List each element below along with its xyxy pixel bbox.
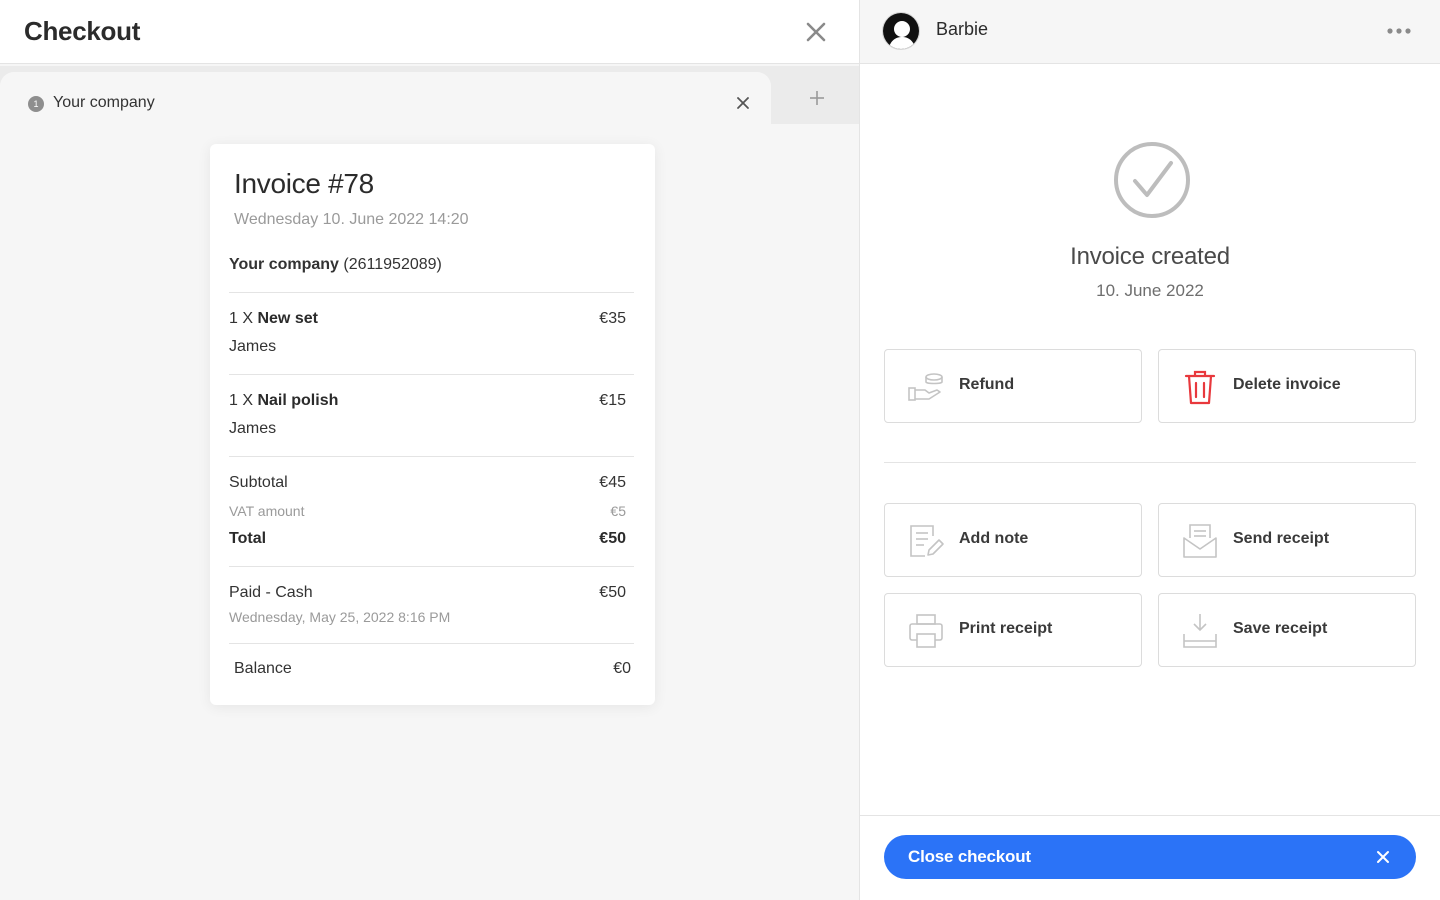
status-title: Invoice created (1070, 243, 1230, 270)
balance-label: Balance (234, 660, 292, 677)
payment-label: Paid - Cash (229, 584, 313, 601)
line-item-qty: 1 X (229, 310, 254, 327)
line-item-price: €15 (599, 392, 626, 409)
trash-icon (1184, 370, 1216, 405)
divider (229, 566, 634, 567)
vat-label: VAT amount (229, 503, 305, 519)
close-icon (1377, 851, 1389, 863)
tab-close-icon[interactable] (734, 94, 752, 112)
subtotal-value: €45 (599, 474, 626, 491)
company-name: Your company (229, 256, 339, 273)
invoice-card: Invoice #78 Wednesday 10. June 2022 14:2… (210, 144, 655, 705)
company-id: (2611952089) (343, 256, 442, 273)
footer: Close checkout (860, 815, 1440, 900)
add-note-label: Add note (959, 530, 1029, 547)
page-title: Checkout (24, 16, 141, 46)
line-item-name: 1 X New set (229, 310, 318, 328)
balance-value: €0 (613, 660, 631, 677)
invoice-title: Invoice #78 (234, 168, 374, 199)
divider (229, 292, 634, 293)
checkout-header: Checkout (0, 0, 859, 64)
payment-row: Paid - Cash €50 (229, 584, 626, 604)
line-item-service: Nail polish (257, 392, 339, 409)
status-date: 10. June 2022 (1096, 281, 1204, 300)
line-item-service: New set (257, 310, 318, 327)
delete-invoice-button[interactable]: Delete invoice (1158, 349, 1416, 423)
total-label: Total (229, 530, 267, 547)
tab-index-badge: 1 (28, 96, 44, 112)
print-receipt-label: Print receipt (959, 620, 1053, 637)
add-tab-icon[interactable] (805, 86, 829, 110)
divider (229, 374, 634, 375)
total-row: Total €50 (229, 530, 626, 550)
note-edit-icon (910, 525, 944, 557)
avatar[interactable] (882, 12, 920, 50)
checkout-panel: Checkout 1 Your company Invoice #78 Wedn… (0, 0, 859, 900)
tab-bar: 1 Your company (0, 66, 859, 124)
subtotal-row: Subtotal €45 (229, 474, 626, 494)
send-receipt-button[interactable]: Send receipt (1158, 503, 1416, 577)
client-name: Barbie (936, 19, 989, 39)
add-note-button[interactable]: Add note (884, 503, 1142, 577)
client-header: Barbie (860, 0, 1440, 64)
divider (884, 462, 1416, 463)
tab-label: Your company (53, 94, 155, 111)
close-checkout-button[interactable]: Close checkout (884, 835, 1416, 879)
refund-button[interactable]: Refund (884, 349, 1142, 423)
mail-receipt-icon (1183, 524, 1217, 558)
invoice-date: Wednesday 10. June 2022 14:20 (234, 211, 469, 228)
divider (229, 643, 634, 644)
delete-invoice-label: Delete invoice (1233, 376, 1341, 393)
total-value: €50 (599, 530, 626, 547)
balance-row: Balance €0 (234, 660, 631, 680)
refund-label: Refund (959, 376, 1015, 393)
printer-icon (909, 614, 943, 648)
save-receipt-label: Save receipt (1233, 620, 1328, 637)
line-item-staff: James (229, 420, 277, 437)
line-item-price: €35 (599, 310, 626, 327)
line-item-name: 1 X Nail polish (229, 392, 338, 410)
download-tray-icon (1183, 614, 1217, 648)
line-item-qty: 1 X (229, 392, 254, 409)
save-receipt-button[interactable]: Save receipt (1158, 593, 1416, 667)
vat-row: VAT amount €5 (229, 503, 626, 523)
payment-date: Wednesday, May 25, 2022 8:16 PM (229, 609, 451, 625)
more-options-icon[interactable] (1386, 26, 1412, 36)
check-circle-icon (1114, 142, 1190, 218)
refund-icon (908, 373, 943, 401)
subtotal-label: Subtotal (229, 474, 288, 491)
send-receipt-label: Send receipt (1233, 530, 1330, 547)
print-receipt-button[interactable]: Print receipt (884, 593, 1142, 667)
vat-value: €5 (610, 503, 626, 519)
close-checkout-label: Close checkout (908, 847, 1031, 866)
invoice-actions-panel: Barbie Invoice created 10. June 2022 Ref… (859, 0, 1440, 900)
line-item-staff: James (229, 338, 277, 355)
tab-your-company[interactable]: 1 Your company (0, 72, 771, 124)
divider (229, 456, 634, 457)
payment-amount: €50 (599, 584, 626, 601)
user-silhouette-icon (883, 13, 919, 49)
invoice-company: Your company (2611952089) (229, 256, 442, 274)
close-icon[interactable] (802, 18, 830, 46)
